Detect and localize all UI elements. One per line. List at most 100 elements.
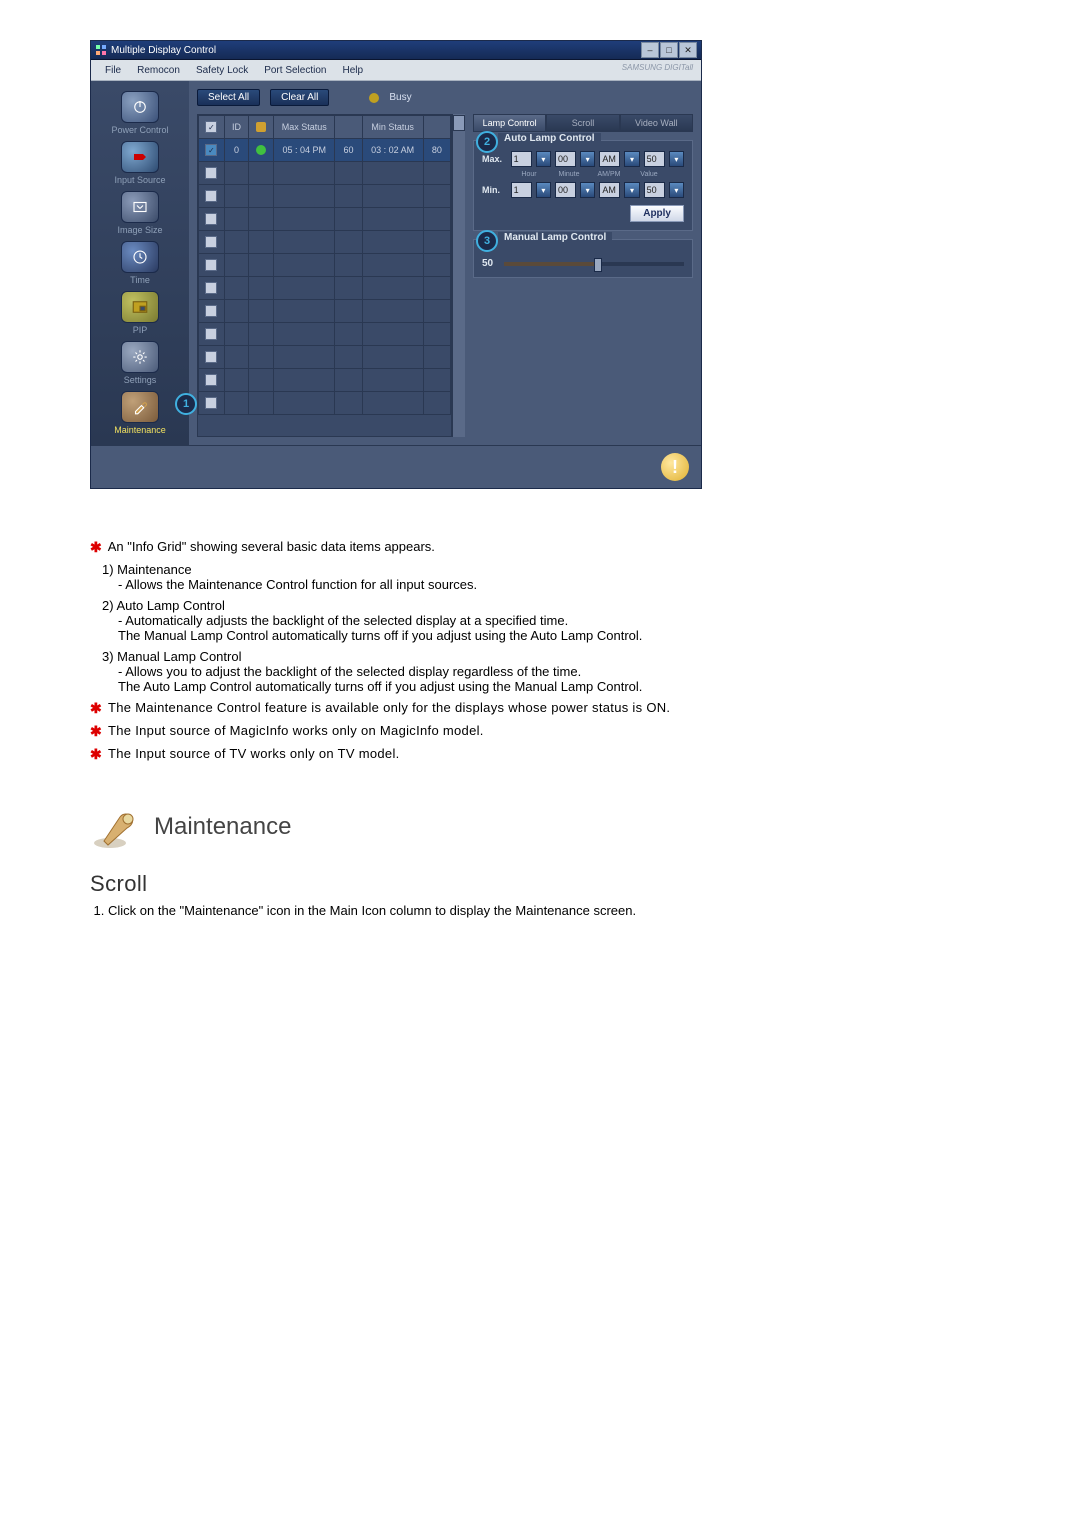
subsection-title: Scroll bbox=[90, 871, 990, 897]
bullet-line: ✱ The Input source of MagicInfo works on… bbox=[90, 723, 990, 740]
row-check-icon[interactable] bbox=[205, 144, 217, 156]
tabs: Lamp Control Scroll Video Wall bbox=[473, 114, 693, 132]
max-ampm-input[interactable]: AM bbox=[599, 151, 620, 167]
table-row[interactable] bbox=[199, 254, 451, 277]
maximize-button[interactable]: □ bbox=[660, 42, 678, 58]
sidebar-item-power-control[interactable]: Power Control bbox=[100, 91, 180, 135]
minimize-button[interactable]: – bbox=[641, 42, 659, 58]
sidebar-item-image-size[interactable]: Image Size bbox=[100, 191, 180, 235]
table-row[interactable] bbox=[199, 277, 451, 300]
time-icon bbox=[121, 241, 159, 273]
sidebar-item-label: PIP bbox=[100, 325, 180, 335]
apply-button[interactable]: Apply bbox=[630, 205, 684, 222]
max-minute-input[interactable]: 00 bbox=[555, 151, 576, 167]
section-header: Maintenance bbox=[90, 803, 990, 851]
header-led-icon bbox=[256, 122, 266, 132]
auto-lamp-max-row: Max. 1 ▾ 00 ▾ AM ▾ 50 ▾ bbox=[482, 151, 684, 167]
clear-all-button[interactable]: Clear All bbox=[270, 89, 329, 106]
pip-icon bbox=[121, 291, 159, 323]
titlebar: Multiple Display Control – □ ✕ bbox=[91, 41, 701, 60]
grid-scrollbar[interactable] bbox=[452, 114, 465, 437]
min-hour-input[interactable]: 1 bbox=[511, 182, 532, 198]
table-row[interactable] bbox=[199, 392, 451, 415]
manual-lamp-slider[interactable]: 50 bbox=[482, 258, 684, 269]
table-row[interactable] bbox=[199, 208, 451, 231]
sidebar: Power Control Input Source Image Size Ti… bbox=[91, 81, 189, 445]
menu-file[interactable]: File bbox=[97, 65, 129, 76]
sidebar-item-pip[interactable]: PIP bbox=[100, 291, 180, 335]
min-minute-input[interactable]: 00 bbox=[555, 182, 576, 198]
manual-lamp-group: 3 Manual Lamp Control 50 bbox=[473, 239, 693, 278]
step-item: Click on the "Maintenance" icon in the M… bbox=[108, 903, 990, 918]
sidebar-item-label: Image Size bbox=[100, 225, 180, 235]
image-size-icon bbox=[121, 191, 159, 223]
auto-lamp-min-row: Min. 1 ▾ 00 ▾ AM ▾ 50 ▾ bbox=[482, 182, 684, 198]
dropdown-icon[interactable]: ▾ bbox=[580, 182, 595, 198]
header-check-icon[interactable] bbox=[205, 121, 217, 133]
menu-help[interactable]: Help bbox=[334, 65, 371, 76]
star-icon: ✱ bbox=[90, 746, 102, 763]
table-row[interactable] bbox=[199, 162, 451, 185]
select-all-button[interactable]: Select All bbox=[197, 89, 260, 106]
numbered-item-1: 1) Maintenance bbox=[102, 562, 990, 577]
sub-line: - Automatically adjusts the backlight of… bbox=[118, 613, 990, 628]
tab-scroll[interactable]: Scroll bbox=[546, 114, 619, 132]
slider-track[interactable] bbox=[504, 262, 684, 266]
numbered-item-3: 3) Manual Lamp Control bbox=[102, 649, 990, 664]
dropdown-icon[interactable]: ▾ bbox=[580, 151, 595, 167]
sidebar-item-time[interactable]: Time bbox=[100, 241, 180, 285]
min-value-input[interactable]: 50 bbox=[644, 182, 665, 198]
close-button[interactable]: ✕ bbox=[679, 42, 697, 58]
table-row[interactable]: 0 05 : 04 PM 60 03 : 02 AM 80 bbox=[199, 139, 451, 162]
settings-icon bbox=[121, 341, 159, 373]
sidebar-item-label: Maintenance bbox=[100, 425, 180, 435]
slider-thumb[interactable] bbox=[594, 258, 602, 272]
bullet-text: An "Info Grid" showing several basic dat… bbox=[108, 539, 435, 554]
busy-label: Busy bbox=[389, 92, 411, 103]
warning-icon: ! bbox=[661, 453, 689, 481]
slider-value: 50 bbox=[482, 258, 498, 269]
dropdown-icon[interactable]: ▾ bbox=[669, 151, 684, 167]
table-row[interactable] bbox=[199, 323, 451, 346]
max-value-input[interactable]: 50 bbox=[644, 151, 665, 167]
table-row[interactable] bbox=[199, 346, 451, 369]
max-hour-input[interactable]: 1 bbox=[511, 151, 532, 167]
toolbar: Select All Clear All Busy bbox=[197, 89, 693, 106]
steps-list: Click on the "Maintenance" icon in the M… bbox=[108, 903, 990, 918]
dropdown-icon[interactable]: ▾ bbox=[536, 182, 551, 198]
sidebar-item-label: Time bbox=[100, 275, 180, 285]
tab-lamp-control[interactable]: Lamp Control bbox=[473, 114, 546, 132]
tab-video-wall[interactable]: Video Wall bbox=[620, 114, 693, 132]
info-grid-area: ID Max Status Min Status 0 bbox=[197, 114, 452, 437]
right-panel: Lamp Control Scroll Video Wall 2 Auto La… bbox=[473, 114, 693, 437]
cell-min-val: 80 bbox=[423, 139, 450, 162]
dropdown-icon[interactable]: ▾ bbox=[669, 182, 684, 198]
min-ampm-input[interactable]: AM bbox=[599, 182, 620, 198]
sidebar-item-maintenance[interactable]: Maintenance bbox=[100, 391, 180, 435]
column-hints: Hour Minute AM/PM Value bbox=[512, 171, 684, 178]
col-id: ID bbox=[224, 116, 249, 139]
table-row[interactable] bbox=[199, 369, 451, 392]
bullet-text: The Input source of MagicInfo works only… bbox=[108, 723, 484, 738]
menu-remocon[interactable]: Remocon bbox=[129, 65, 188, 76]
table-row[interactable] bbox=[199, 300, 451, 323]
window-title: Multiple Display Control bbox=[111, 45, 641, 56]
numbered-item-2: 2) Auto Lamp Control bbox=[102, 598, 990, 613]
table-row[interactable] bbox=[199, 185, 451, 208]
manual-lamp-legend: Manual Lamp Control bbox=[498, 232, 612, 243]
min-label: Min. bbox=[482, 185, 507, 195]
bullet-line: ✱ The Input source of TV works only on T… bbox=[90, 746, 990, 763]
power-icon bbox=[121, 91, 159, 123]
bullet-text: The Maintenance Control feature is avail… bbox=[108, 700, 670, 715]
dropdown-icon[interactable]: ▾ bbox=[536, 151, 551, 167]
busy-indicator-icon bbox=[369, 93, 379, 103]
sidebar-item-settings[interactable]: Settings bbox=[100, 341, 180, 385]
menu-safety-lock[interactable]: Safety Lock bbox=[188, 65, 256, 76]
sidebar-item-input-source[interactable]: Input Source bbox=[100, 141, 180, 185]
section-title: Maintenance bbox=[154, 813, 291, 841]
dropdown-icon[interactable]: ▾ bbox=[624, 182, 639, 198]
menu-port-selection[interactable]: Port Selection bbox=[256, 65, 334, 76]
dropdown-icon[interactable]: ▾ bbox=[624, 151, 639, 167]
table-row[interactable] bbox=[199, 231, 451, 254]
bullet-line: ✱ An "Info Grid" showing several basic d… bbox=[90, 539, 990, 556]
